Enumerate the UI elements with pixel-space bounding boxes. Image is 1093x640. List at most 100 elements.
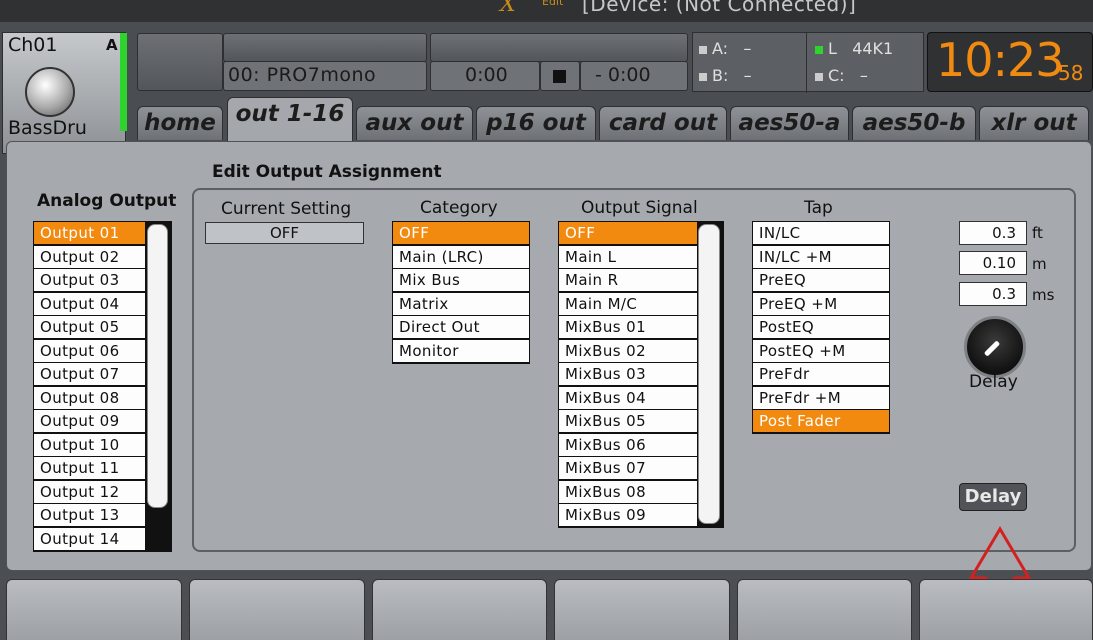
output-signal-item[interactable]: MixBus 04 <box>559 386 697 409</box>
bottom-button-1[interactable] <box>6 579 182 640</box>
scene-header-slot <box>223 33 427 62</box>
analog-output-item[interactable]: Output 02 <box>34 245 145 268</box>
output-signal-item[interactable]: MixBus 02 <box>559 339 697 362</box>
stop-icon <box>553 70 566 83</box>
tap-item[interactable]: PostEQ <box>753 316 889 338</box>
category-list[interactable]: OFF Main (LRC) Mix Bus Matrix Direct Out Moni… <box>392 221 530 364</box>
tab-aux-out[interactable]: aux out <box>356 106 473 140</box>
status-panel: A: – B: – L 44K1 C: – <box>692 32 924 93</box>
clock: 10:23 58 <box>927 32 1093 92</box>
knob-pointer-icon <box>983 340 1001 357</box>
current-setting-label: Current Setting <box>221 199 352 219</box>
status-l-indicator-icon <box>815 45 823 54</box>
output-signal-item[interactable]: MixBus 05 <box>559 410 697 432</box>
tab-xlr-out[interactable]: xlr out <box>979 106 1089 140</box>
analog-output-item[interactable]: Output 10 <box>34 433 145 456</box>
analog-output-item[interactable]: Output 13 <box>34 504 145 526</box>
analog-output-item[interactable]: Output 08 <box>34 386 145 409</box>
current-setting-value: OFF <box>205 222 364 244</box>
status-c-indicator-icon <box>815 72 823 81</box>
category-item[interactable]: OFF <box>393 222 529 244</box>
category-item[interactable]: Mix Bus <box>393 269 529 291</box>
scene-icon-slot[interactable] <box>137 33 223 91</box>
channel-name: Ch01 <box>8 34 58 56</box>
app-logo: X <box>500 0 516 17</box>
delay-m-field[interactable]: 0.10 <box>959 251 1027 275</box>
status-divider <box>806 33 807 93</box>
analog-output-item[interactable]: Output 07 <box>34 363 145 385</box>
tap-item[interactable]: IN/LC <box>753 222 889 244</box>
output-signal-item[interactable]: MixBus 08 <box>559 480 697 503</box>
output-signal-item[interactable]: MixBus 06 <box>559 433 697 456</box>
category-item[interactable]: Direct Out <box>393 316 529 338</box>
analog-output-item[interactable]: Output 01 <box>34 222 145 244</box>
delay-toggle-button[interactable]: Delay <box>959 483 1027 511</box>
status-b: B: – <box>699 66 752 85</box>
status-c: C: – <box>815 66 868 85</box>
tab-p16-out[interactable]: p16 out <box>476 106 596 140</box>
bottom-button-6[interactable] <box>919 579 1093 640</box>
delay-ft-field[interactable]: 0.3 <box>959 221 1027 245</box>
status-a: A: – <box>699 39 751 58</box>
delay-ft-unit: ft <box>1032 224 1043 242</box>
output-signal-list[interactable]: OFF Main L Main R Main M/C MixBus 01 MixBus 0… <box>558 221 724 528</box>
tab-aes50-b[interactable]: aes50-b <box>852 106 976 140</box>
analog-output-item[interactable]: Output 03 <box>34 269 145 291</box>
player-header <box>430 33 688 62</box>
tap-label: Tap <box>804 198 833 218</box>
tap-item[interactable]: PostEQ +M <box>753 339 889 362</box>
time-remaining: - 0:00 <box>595 64 651 86</box>
output-signal-item[interactable]: MixBus 03 <box>559 363 697 385</box>
tap-item[interactable]: PreEQ +M <box>753 292 889 315</box>
analog-output-item[interactable]: Output 09 <box>34 410 145 432</box>
status-l: L 44K1 <box>815 39 893 58</box>
delay-knob[interactable] <box>964 316 1026 378</box>
analog-output-item[interactable]: Output 06 <box>34 339 145 362</box>
output-signal-item[interactable]: OFF <box>559 222 697 244</box>
bottom-button-5[interactable] <box>737 579 912 640</box>
status-b-indicator-icon <box>699 72 707 81</box>
analog-output-list[interactable]: Output 01 Output 02 Output 03 Output 04 Outp… <box>33 221 172 552</box>
output-signal-item[interactable]: MixBus 01 <box>559 316 697 338</box>
title-bar: X Edit [Device: (Not Connected)] <box>0 0 1093 22</box>
output-signal-label: Output Signal <box>581 198 698 218</box>
tap-item[interactable]: PreFdr +M <box>753 386 889 409</box>
output-signal-scrollbar[interactable] <box>698 224 720 524</box>
delay-knob-label: Delay <box>969 372 1018 392</box>
output-signal-item[interactable]: Main R <box>559 269 697 291</box>
time-elapsed: 0:00 <box>465 64 508 86</box>
analog-output-item[interactable]: Output 11 <box>34 457 145 479</box>
tap-item[interactable]: IN/LC +M <box>753 245 889 268</box>
tap-item[interactable]: PreFdr <box>753 363 889 385</box>
output-signal-item[interactable]: MixBus 09 <box>559 504 697 526</box>
tap-list[interactable]: IN/LC IN/LC +M PreEQ PreEQ +M PostEQ PostEQ +… <box>752 221 890 434</box>
category-label: Category <box>420 198 498 218</box>
tap-item[interactable]: Post Fader <box>753 410 889 432</box>
bottom-button-4[interactable] <box>554 579 730 640</box>
delay-ms-field[interactable]: 0.3 <box>959 282 1027 306</box>
tab-out-1-16[interactable]: out 1-16 <box>227 97 353 143</box>
output-signal-item[interactable]: Main L <box>559 245 697 268</box>
tab-card-out[interactable]: card out <box>599 106 727 140</box>
analog-output-item[interactable]: Output 14 <box>34 527 145 550</box>
device-status: [Device: (Not Connected)] <box>582 0 857 16</box>
output-signal-item[interactable]: Main M/C <box>559 292 697 315</box>
output-signal-item[interactable]: MixBus 07 <box>559 457 697 479</box>
analog-output-title: Analog Output <box>37 191 177 211</box>
clock-seconds: 58 <box>1058 61 1084 85</box>
analog-output-item[interactable]: Output 05 <box>34 316 145 338</box>
tab-aes50-a[interactable]: aes50-a <box>730 106 849 140</box>
delay-ms-unit: ms <box>1032 286 1055 304</box>
scene-name: 00: PRO7mono <box>228 64 377 86</box>
bottom-button-2[interactable] <box>189 579 365 640</box>
category-item[interactable]: Main (LRC) <box>393 245 529 268</box>
analog-output-item[interactable]: Output 12 <box>34 480 145 503</box>
category-item[interactable]: Monitor <box>393 339 529 362</box>
analog-output-item[interactable]: Output 04 <box>34 292 145 315</box>
category-item[interactable]: Matrix <box>393 292 529 315</box>
channel-strip[interactable]: Ch01 A BassDru <box>2 32 127 154</box>
bottom-button-3[interactable] <box>372 579 547 640</box>
analog-output-scrollbar[interactable] <box>147 224 168 508</box>
tab-home[interactable]: home <box>137 106 223 140</box>
tap-item[interactable]: PreEQ <box>753 269 889 291</box>
